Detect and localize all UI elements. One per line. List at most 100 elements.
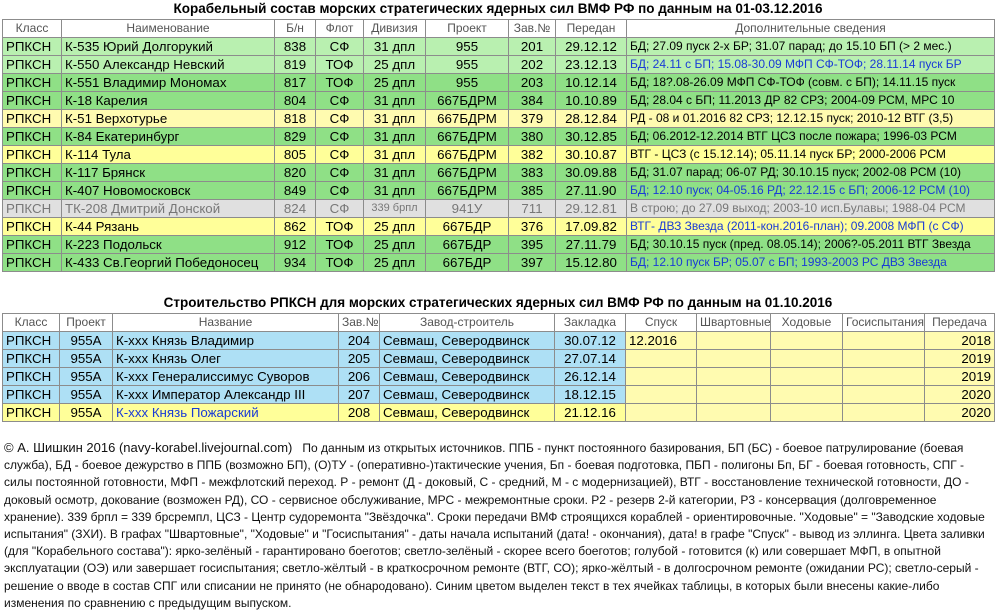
shipyard-cell: Севмаш, Северодвинск (379, 385, 555, 404)
name-cell: К-407 Новомосковск (61, 181, 275, 200)
info-cell: БД; 27.09 пуск 2-х БР; 31.07 парад; до 1… (626, 37, 995, 56)
info-cell: БД; 30.10.15 пуск (пред. 08.05.14); 2006… (626, 235, 995, 254)
col-header: Зав.№ (338, 313, 380, 332)
class-cell: РПКСН (2, 367, 60, 386)
hull-number-cell: 824 (274, 199, 316, 218)
commission-date-cell: 15.12.80 (555, 253, 627, 272)
table-row: РПКСН 955А К-ххх Князь Пожарский 208 Севмаш,… (2, 403, 995, 422)
info-cell: БД; 18?.08-26.09 МФП СФ-ТОФ (совм. с БП)… (626, 73, 995, 92)
project-cell: 667БДРМ (425, 145, 509, 164)
col-header: Проект (59, 313, 113, 332)
delivery-cell: 2019 (924, 349, 995, 368)
keel-laid-cell: 21.12.16 (554, 403, 626, 422)
fleet-cell: ТОФ (315, 217, 364, 236)
project-cell: 955 (425, 37, 509, 56)
shipyard-cell: Севмаш, Северодвинск (379, 331, 555, 350)
info-cell: РД - 08 и 01.2016 82 СРЗ; 12.12.15 пуск;… (626, 109, 995, 128)
commission-date-cell: 30.10.87 (555, 145, 627, 164)
name-cell: К-114 Тула (61, 145, 275, 164)
info-cell: БД; 12.10 пуск БР; 05.07 с БП; 1993-2003… (626, 253, 995, 272)
state-trials-cell (842, 349, 925, 368)
commission-date-cell: 30.12.85 (555, 127, 627, 146)
hull-number-cell: 849 (274, 181, 316, 200)
hull-number-cell: 934 (274, 253, 316, 272)
class-cell: РПКСН (2, 403, 60, 422)
state-trials-cell (842, 403, 925, 422)
table-row: РПКСН К-407 Новомосковск 849 СФ 31 дпл 667БДР… (2, 181, 995, 200)
state-trials-cell (842, 331, 925, 350)
col-header: Флот (315, 19, 364, 38)
col-header: Передача (924, 313, 995, 332)
col-header: Передан (555, 19, 627, 38)
class-cell: РПКСН (2, 253, 62, 272)
class-cell: РПКСН (2, 235, 62, 254)
fleet-table: Класс Наименование Б/н Флот Дивизия Прое… (2, 19, 995, 272)
yard-number-cell: 208 (338, 403, 380, 422)
division-cell: 31 дпл (363, 109, 426, 128)
class-cell: РПКСН (2, 109, 62, 128)
fleet-cell: СФ (315, 199, 364, 218)
division-cell: 31 дпл (363, 37, 426, 56)
legend-text: По данным из открытых источников. ППБ - … (4, 441, 985, 610)
class-cell: РПКСН (2, 91, 62, 110)
col-header: Госиспытания (842, 313, 925, 332)
launch-cell: 12.2016 (625, 331, 697, 350)
commission-date-cell: 23.12.13 (555, 55, 627, 74)
fleet-cell: СФ (315, 145, 364, 164)
yard-number-cell: 204 (338, 331, 380, 350)
yard-number-cell: 380 (508, 127, 556, 146)
name-cell: К-ххх Князь Пожарский (112, 403, 339, 422)
delivery-cell: 2020 (924, 385, 995, 404)
shipyard-cell: Севмаш, Северодвинск (379, 349, 555, 368)
class-cell: РПКСН (2, 217, 62, 236)
name-cell: К-44 Рязань (61, 217, 275, 236)
sea-trials-cell (770, 349, 843, 368)
name-cell: К-117 Брянск (61, 163, 275, 182)
name-cell: К-433 Св.Георгий Победоносец (61, 253, 275, 272)
yard-number-cell: 384 (508, 91, 556, 110)
commission-date-cell: 27.11.79 (555, 235, 627, 254)
hull-number-cell: 805 (274, 145, 316, 164)
fleet-cell: СФ (315, 181, 364, 200)
commission-date-cell: 30.09.88 (555, 163, 627, 182)
hull-number-cell: 818 (274, 109, 316, 128)
yard-number-cell: 206 (338, 367, 380, 386)
commission-date-cell: 17.09.82 (555, 217, 627, 236)
shipyard-cell: Севмаш, Северодвинск (379, 367, 555, 386)
fleet-cell: СФ (315, 163, 364, 182)
division-cell: 31 дпл (363, 181, 426, 200)
launch-cell (625, 385, 697, 404)
table-row: РПКСН К-84 Екатеринбург 829 СФ 31 дпл 667БДРМ… (2, 127, 995, 146)
yard-number-cell: 382 (508, 145, 556, 164)
project-cell: 955 (425, 73, 509, 92)
table-row: РПКСН К-44 Рязань 862 ТОФ 25 дпл 667БДР 376 17.… (2, 217, 995, 236)
name-cell: К-535 Юрий Долгорукий (61, 37, 275, 56)
name-cell: К-ххх Император Александр III (112, 385, 339, 404)
yard-number-cell: 395 (508, 235, 556, 254)
project-cell: 955А (59, 385, 113, 404)
hull-number-cell: 829 (274, 127, 316, 146)
table1-title: Корабельный состав морских стратегически… (173, 1, 823, 16)
table-row: РПКСН К-433 Св.Георгий Победоносец 934 ТОФ 2… (2, 253, 995, 272)
info-cell: ВТГ - ЦСЗ (с 15.12.14); 05.11.14 пуск БР… (626, 145, 995, 164)
info-cell: БД; 28.04 с БП; 11.2013 ДР 82 СРЗ; 2004-… (626, 91, 995, 110)
name-cell: К-223 Подольск (61, 235, 275, 254)
class-cell: РПКСН (2, 199, 62, 218)
division-cell: 339 брпл (363, 199, 426, 218)
table-row: РПКСН 955А К-ххх Император Александр III 20… (2, 385, 995, 404)
fleet-cell: СФ (315, 91, 364, 110)
yard-number-cell: 397 (508, 253, 556, 272)
project-cell: 667БДРМ (425, 127, 509, 146)
hull-number-cell: 819 (274, 55, 316, 74)
table-row: РПКСН 955А К-ххх Князь Владимир 204 Севмаш, … (2, 331, 995, 350)
division-cell: 25 дпл (363, 235, 426, 254)
info-cell: ВТГ- ДВЗ Звезда (2011-кон.2016-план); 09… (626, 217, 995, 236)
class-cell: РПКСН (2, 181, 62, 200)
keel-laid-cell: 26.12.14 (554, 367, 626, 386)
sea-trials-cell (770, 403, 843, 422)
keel-laid-cell: 18.12.15 (554, 385, 626, 404)
col-header: Проект (425, 19, 509, 38)
name-cell: К-ххх Князь Владимир (112, 331, 339, 350)
launch-cell (625, 403, 697, 422)
name-cell: К-51 Верхотурье (61, 109, 275, 128)
